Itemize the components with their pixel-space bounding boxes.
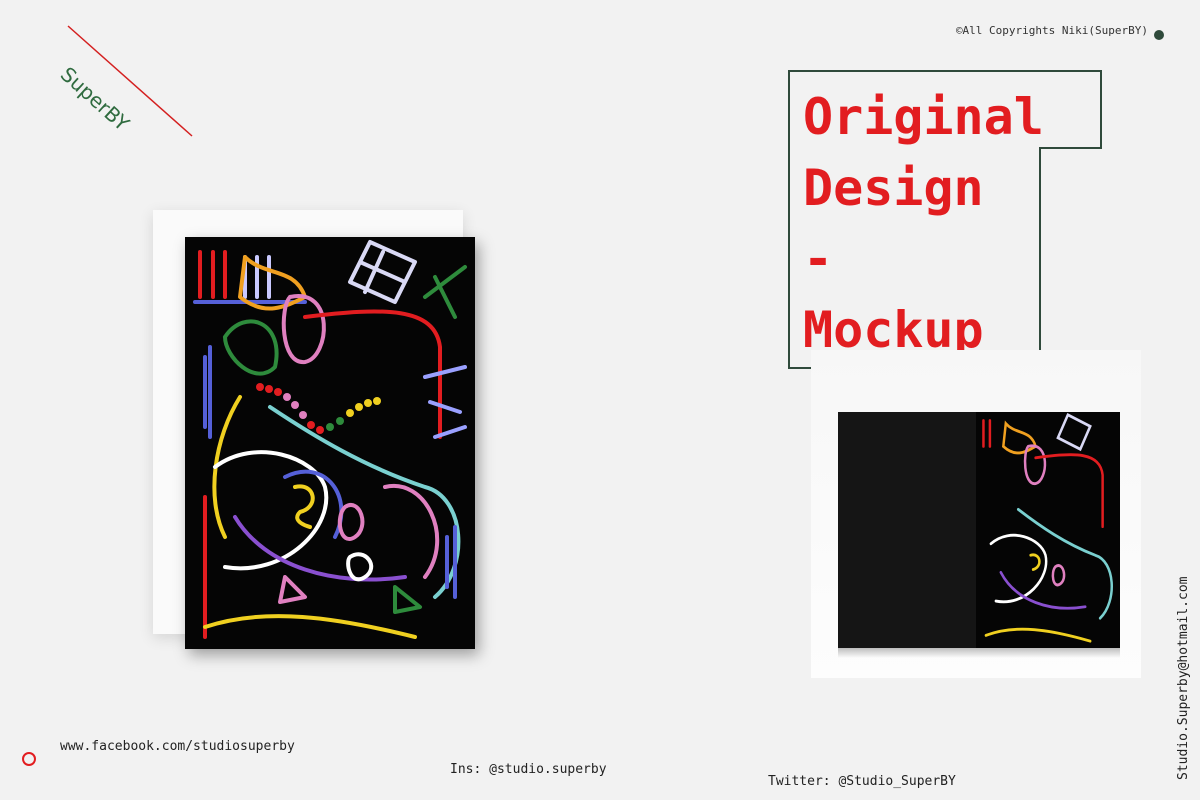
folded-card-back — [838, 412, 976, 648]
page-title: Original Design - Mockup — [803, 88, 1044, 359]
circle-marker-icon — [22, 752, 36, 766]
card-shadow — [838, 648, 1120, 658]
folded-card-front — [976, 412, 1120, 648]
line-art-illustration — [193, 240, 467, 639]
twitter-link[interactable]: Twitter: @Studio_SuperBY — [768, 774, 956, 789]
facebook-link[interactable]: www.facebook.com/studiosuperby — [60, 739, 295, 754]
copyright-text: ©All Copyrights Niki(SuperBY) — [955, 24, 1148, 37]
copyright-dot — [1154, 30, 1164, 40]
line-art-illustration-small — [982, 412, 1113, 643]
instagram-link[interactable]: Ins: @studio.superby — [450, 762, 607, 777]
email-link[interactable]: Studio.Superby@hotmail.com — [1176, 577, 1191, 781]
greeting-card-artwork — [185, 237, 475, 649]
